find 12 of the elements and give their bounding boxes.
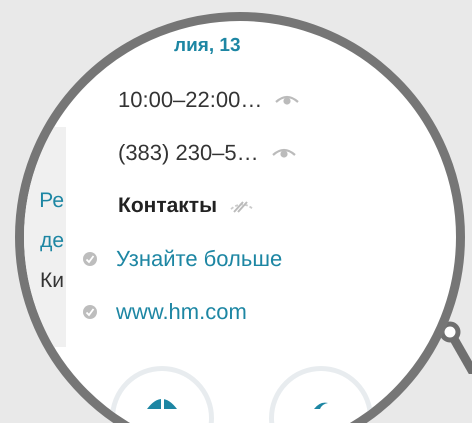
address-text: лия, 13 [174,35,242,58]
link[interactable]: Узнайте больше [116,246,282,272]
check-circle-icon [82,250,98,266]
side-text: Ки [40,269,64,293]
side-link[interactable]: Ре [39,189,64,213]
section-heading: Контакты [118,194,218,218]
side-link[interactable]: де [40,229,64,253]
link[interactable]: www.hm.com [116,298,247,324]
info-text: 10:00–22:00… [118,86,262,112]
check-circle-icon [82,304,98,320]
info-text: (383) 230–5… [118,140,259,166]
crossed-eye-icon[interactable] [229,198,256,212]
